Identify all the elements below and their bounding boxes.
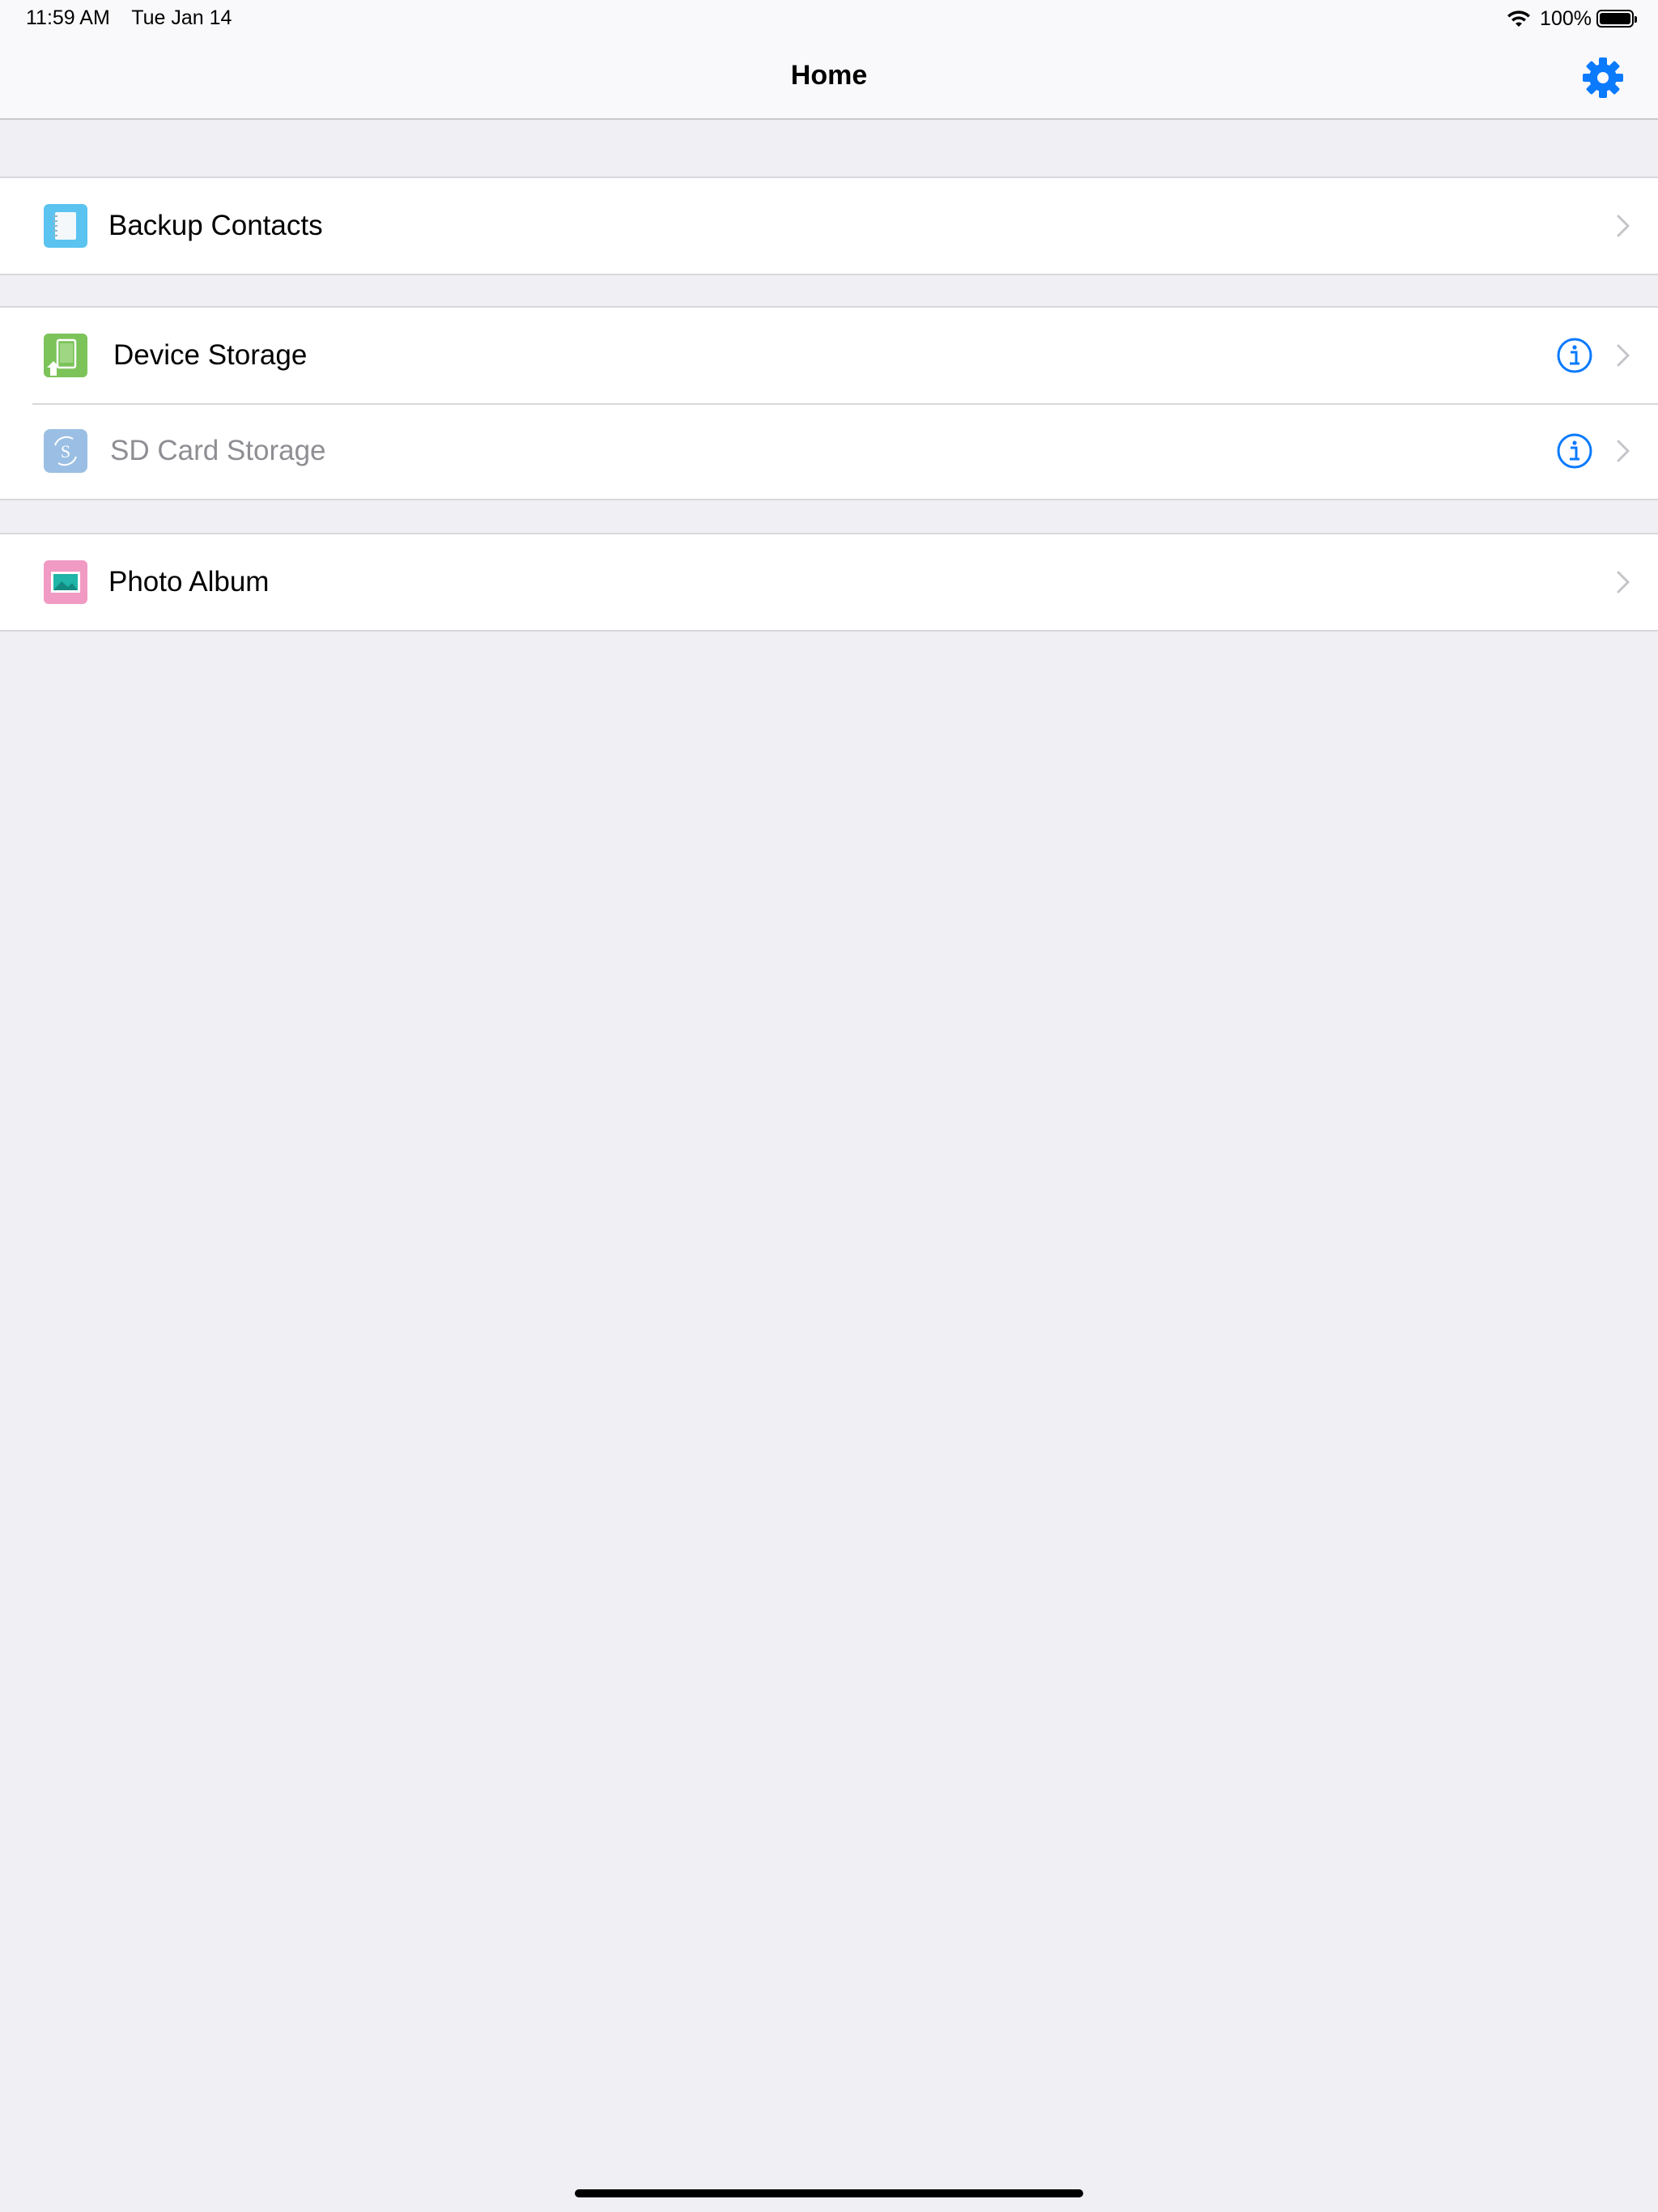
settings-gear-icon[interactable]	[1580, 55, 1626, 100]
row-photo-album[interactable]: Photo Album	[0, 534, 1658, 630]
status-left: 11:59 AM Tue Jan 14	[26, 6, 248, 30]
info-icon[interactable]	[1556, 432, 1593, 470]
battery-fill	[1600, 13, 1630, 24]
group-photos: Photo Album	[0, 533, 1658, 632]
sd-card-icon: S	[44, 429, 87, 473]
chevron-right-icon	[1617, 571, 1630, 593]
row-backup-contacts[interactable]: Backup Contacts	[0, 178, 1658, 274]
status-date: Tue Jan 14	[131, 6, 232, 29]
row-label: Photo Album	[108, 566, 270, 598]
status-right: 100%	[1506, 6, 1637, 31]
screen: 11:59 AM Tue Jan 14 100% Home Backup Con…	[0, 0, 1658, 2212]
battery-percent: 100%	[1540, 6, 1592, 30]
photo-album-icon	[44, 560, 87, 604]
row-label: SD Card Storage	[110, 435, 326, 466]
wifi-icon	[1507, 11, 1531, 27]
device-storage-icon	[44, 334, 87, 377]
navigation-bar: Home	[0, 37, 1658, 120]
group-storage: Device Storage S SD Card Storage	[0, 306, 1658, 500]
row-label: Backup Contacts	[108, 210, 323, 241]
page-title: Home	[790, 60, 868, 91]
row-label: Device Storage	[113, 339, 308, 371]
battery-icon	[1596, 10, 1637, 28]
chevron-right-icon	[1617, 440, 1630, 462]
chevron-right-icon	[1617, 215, 1630, 237]
info-icon[interactable]	[1556, 337, 1593, 374]
home-indicator[interactable]	[575, 2189, 1083, 2197]
group-backup: Backup Contacts	[0, 177, 1658, 275]
chevron-right-icon	[1617, 344, 1630, 367]
status-bar: 11:59 AM Tue Jan 14 100%	[0, 0, 1658, 37]
svg-text:S: S	[61, 441, 70, 462]
row-sd-card-storage[interactable]: S SD Card Storage	[0, 403, 1658, 499]
contacts-book-icon	[44, 204, 87, 248]
row-device-storage[interactable]: Device Storage	[0, 308, 1658, 403]
status-time: 11:59 AM	[26, 6, 110, 29]
